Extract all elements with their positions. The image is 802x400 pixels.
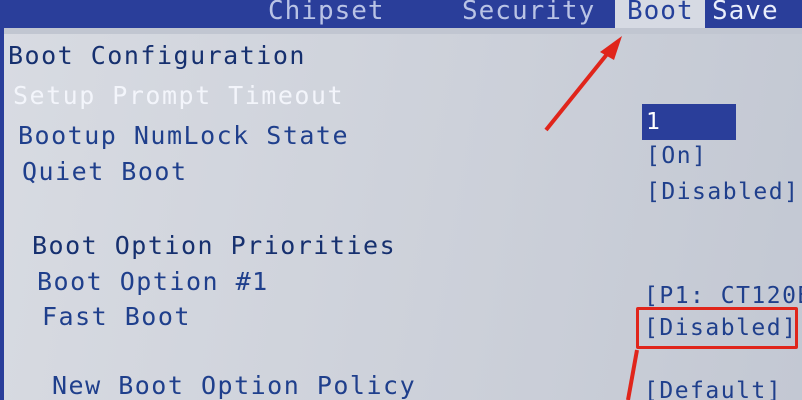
red-annotation-line bbox=[626, 349, 639, 400]
option-boot-option-1[interactable]: Boot Option #1 bbox=[37, 268, 269, 296]
option-bootup-numlock-state[interactable]: Bootup NumLock State bbox=[18, 122, 349, 150]
option-quiet-boot[interactable]: Quiet Boot bbox=[22, 158, 188, 186]
option-setup-prompt-timeout[interactable]: Setup Prompt Timeout bbox=[13, 82, 344, 110]
option-fast-boot[interactable]: Fast Boot bbox=[42, 303, 191, 331]
value-setup-prompt-timeout[interactable]: 1 bbox=[642, 104, 736, 140]
bios-screen: Chipset Security Boot Save Boot Configur… bbox=[0, 0, 802, 400]
tab-security[interactable]: Security bbox=[462, 0, 595, 26]
value-new-boot-option-policy[interactable]: [Default] bbox=[644, 377, 782, 400]
red-highlight-box bbox=[636, 307, 798, 349]
tab-boot[interactable]: Boot bbox=[615, 0, 705, 30]
tab-chipset[interactable]: Chipset bbox=[268, 0, 385, 26]
value-boot-option-1[interactable]: [P1: CT120B bbox=[644, 282, 802, 310]
option-new-boot-option-policy[interactable]: New Boot Option Policy bbox=[52, 372, 416, 400]
section-title-boot-configuration: Boot Configuration bbox=[8, 41, 306, 70]
value-quiet-boot[interactable]: [Disabled] bbox=[646, 178, 799, 206]
red-arrow-line bbox=[544, 46, 614, 132]
menu-bar: Chipset Security Boot Save bbox=[0, 0, 802, 30]
red-arrow-head bbox=[600, 36, 622, 60]
section-title-boot-option-priorities: Boot Option Priorities bbox=[32, 231, 397, 260]
value-bootup-numlock-state[interactable]: [On] bbox=[646, 142, 707, 170]
menu-divider bbox=[0, 28, 802, 34]
left-border bbox=[0, 28, 4, 400]
tab-save[interactable]: Save bbox=[712, 0, 779, 26]
